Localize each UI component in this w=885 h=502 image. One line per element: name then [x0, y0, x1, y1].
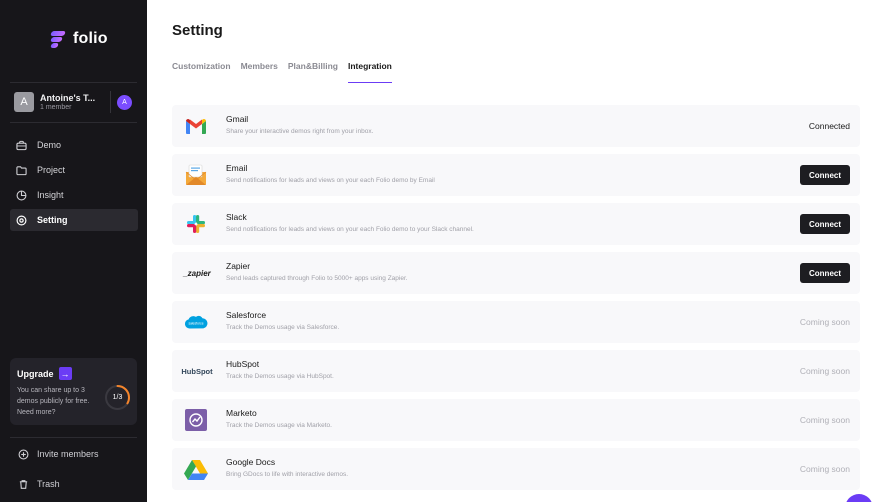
status-coming-soon: Coming soon — [799, 464, 850, 474]
workspace-separator — [110, 91, 111, 113]
connect-slack-button[interactable]: Connect — [800, 214, 850, 234]
tab-integration[interactable]: Integration — [347, 61, 392, 83]
usage-label: 1/3 — [112, 394, 123, 401]
page-title: Setting — [172, 22, 223, 39]
upgrade-title-text: Upgrade — [17, 368, 54, 379]
folio-logo-icon — [50, 30, 67, 48]
plus-circle-icon — [17, 448, 29, 460]
integration-name: Marketo — [226, 408, 257, 418]
slack-icon — [184, 212, 208, 236]
sidebar-item-label: Demo — [37, 140, 62, 150]
sidebar-divider — [10, 122, 137, 123]
workspace-name: Antoine's T... — [40, 93, 96, 103]
svg-text:salesforce: salesforce — [188, 321, 203, 325]
integration-description: Send notifications for leads and views o… — [226, 177, 435, 184]
sidebar-item-setting[interactable]: Setting — [10, 209, 138, 231]
status-coming-soon: Coming soon — [799, 366, 850, 376]
integration-row-email: Email Send notifications for leads and v… — [172, 154, 860, 196]
hubspot-icon: HubSpot — [181, 359, 213, 383]
integration-description: Send leads captured through Folio to 500… — [226, 275, 408, 282]
integration-description: Bring GDocs to life with interactive dem… — [226, 471, 349, 478]
upgrade-title[interactable]: Upgrade → — [17, 367, 72, 380]
trash-icon — [17, 478, 29, 490]
trash-label: Trash — [37, 479, 60, 489]
gear-icon — [15, 214, 27, 226]
sidebar-item-insight[interactable]: Insight — [10, 184, 138, 206]
gmail-icon — [184, 114, 208, 138]
sidebar-item-label: Setting — [37, 215, 68, 225]
integration-row-zapier: _zapier Zapier Send leads captured throu… — [172, 252, 860, 294]
integration-name: Gmail — [226, 114, 249, 124]
connect-zapier-button[interactable]: Connect — [800, 263, 850, 283]
main-content: Setting Customization Members Plan&Billi… — [147, 0, 885, 502]
integration-row-hubspot: HubSpot HubSpot Track the Demos usage vi… — [172, 350, 860, 392]
upgrade-description: You can share up to 3 demos publicly for… — [17, 387, 90, 416]
sidebar-item-label: Project — [37, 165, 66, 175]
workspace-avatar: A — [14, 92, 34, 112]
upgrade-card[interactable]: Upgrade → You can share up to 3 demos pu… — [10, 358, 137, 425]
settings-tabs: Customization Members Plan&Billing Integ… — [172, 61, 402, 83]
integration-description: Track the Demos usage via Marketo. — [226, 422, 332, 429]
integration-row-marketo: Marketo Track the Demos usage via Market… — [172, 399, 860, 441]
integration-description: Send notifications for leads and views o… — [226, 226, 474, 233]
integration-description: Track the Demos usage via HubSpot. — [226, 373, 334, 380]
tab-plan-billing[interactable]: Plan&Billing — [288, 61, 338, 83]
user-avatar[interactable]: A — [117, 94, 132, 110]
integration-row-slack: Slack Send notifications for leads and v… — [172, 203, 860, 245]
connect-email-button[interactable]: Connect — [800, 165, 850, 185]
hubspot-logo-text: HubSpot — [181, 366, 213, 376]
app-logo[interactable]: folio — [50, 30, 108, 48]
tab-members[interactable]: Members — [241, 61, 278, 83]
sidebar-nav: Demo Project Insight Setting — [10, 134, 138, 234]
sidebar-item-label: Insight — [37, 190, 64, 200]
integration-row-salesforce: salesforce Salesforce Track the Demos us… — [172, 301, 860, 343]
tab-customization[interactable]: Customization — [172, 61, 231, 83]
integration-description: Share your interactive demos right from … — [226, 128, 374, 135]
folder-icon — [15, 164, 27, 176]
sidebar-item-project[interactable]: Project — [10, 159, 138, 181]
integration-name: Google Docs — [226, 457, 276, 467]
integration-row-gmail: Gmail Share your interactive demos right… — [172, 105, 860, 147]
status-coming-soon: Coming soon — [799, 415, 850, 425]
workspace-switcher[interactable]: A Antoine's T... 1 member A — [14, 91, 136, 113]
zapier-icon: _zapier — [182, 261, 212, 285]
status-connected: Connected — [808, 121, 850, 131]
integration-name: Zapier — [226, 261, 251, 271]
integration-name: Salesforce — [226, 310, 267, 320]
sidebar-divider — [10, 82, 137, 83]
integration-name: Slack — [226, 212, 247, 222]
integration-description: Track the Demos usage via Salesforce. — [226, 324, 340, 331]
sidebar: folio A Antoine's T... 1 member A Demo P… — [0, 0, 147, 502]
salesforce-icon: salesforce — [184, 310, 208, 334]
google-drive-icon — [184, 457, 208, 481]
app-logo-text: folio — [73, 30, 108, 47]
workspace-member-count: 1 member — [40, 104, 72, 111]
trash-button[interactable]: Trash — [17, 478, 60, 490]
invite-members-label: Invite members — [37, 449, 99, 459]
integration-name: Email — [226, 163, 248, 173]
marketo-icon — [184, 408, 208, 432]
arrow-right-icon[interactable]: → — [58, 367, 72, 380]
integration-list: Gmail Share your interactive demos right… — [172, 105, 860, 497]
zapier-logo-text: _zapier — [183, 268, 211, 278]
pie-chart-icon — [15, 189, 27, 201]
sidebar-item-demo[interactable]: Demo — [10, 134, 138, 156]
email-icon — [184, 163, 208, 187]
status-coming-soon: Coming soon — [799, 317, 850, 327]
sidebar-divider — [10, 437, 137, 438]
invite-members-button[interactable]: Invite members — [17, 448, 99, 460]
briefcase-icon — [15, 139, 27, 151]
integration-row-google-docs: Google Docs Bring GDocs to life with int… — [172, 448, 860, 490]
integration-name: HubSpot — [226, 359, 260, 369]
